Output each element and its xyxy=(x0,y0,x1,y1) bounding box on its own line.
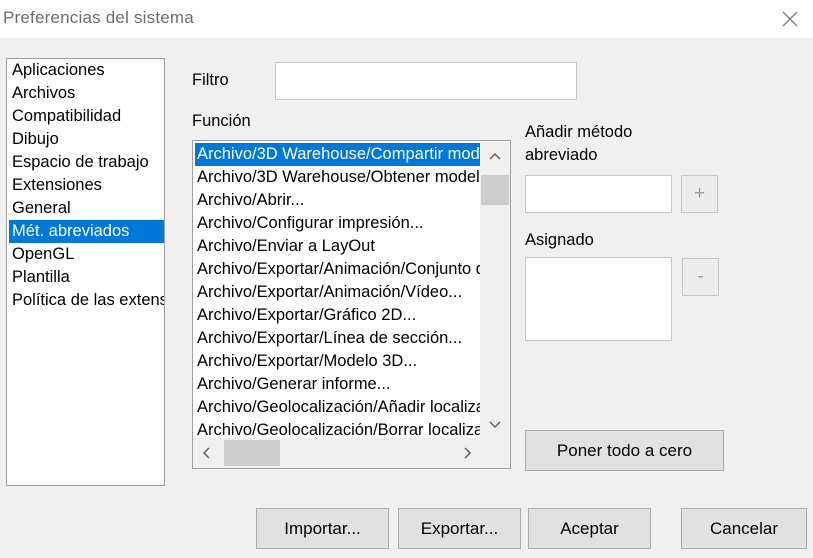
function-item[interactable]: Archivo/3D Warehouse/Obtener modelos... xyxy=(195,166,481,189)
category-item[interactable]: Espacio de trabajo xyxy=(11,151,164,174)
function-item[interactable]: Archivo/Exportar/Animación/Conjunto de i… xyxy=(195,258,481,281)
vertical-scrollbar[interactable] xyxy=(480,141,510,438)
scroll-up-button[interactable] xyxy=(480,145,510,167)
import-button[interactable]: Importar... xyxy=(256,508,389,549)
scroll-left-button[interactable] xyxy=(193,438,219,468)
category-list[interactable]: Aplicaciones Archivos Compatibilidad Dibujo… xyxy=(6,58,165,486)
add-shortcut-input[interactable] xyxy=(525,175,672,213)
add-shortcut-label: Añadir método abreviado xyxy=(525,123,633,164)
function-item[interactable]: Archivo/Configurar impresión... xyxy=(195,212,481,235)
chevron-right-icon xyxy=(464,447,472,459)
chevron-down-icon xyxy=(489,421,501,429)
category-item[interactable]: Compatibilidad xyxy=(11,105,164,128)
function-item[interactable]: Archivo/Abrir... xyxy=(195,189,481,212)
function-item[interactable]: Archivo/Geolocalización/Añadir localizac… xyxy=(195,396,481,419)
close-button[interactable] xyxy=(767,0,813,38)
title-bar: Preferencias del sistema xyxy=(0,0,813,38)
function-item[interactable]: Archivo/Exportar/Animación/Vídeo... xyxy=(195,281,481,304)
category-item[interactable]: General xyxy=(11,197,164,220)
category-item[interactable]: Política de las extensiones xyxy=(11,289,164,312)
category-item[interactable]: Mét. abreviados xyxy=(9,220,164,243)
category-item[interactable]: Plantilla xyxy=(11,266,164,289)
function-item[interactable]: Archivo/Geolocalización/Borrar localizac… xyxy=(195,419,481,438)
category-item[interactable]: OpenGL xyxy=(11,243,164,266)
function-item[interactable]: Archivo/Exportar/Modelo 3D... xyxy=(195,350,481,373)
chevron-left-icon xyxy=(202,447,210,459)
category-item[interactable]: Archivos xyxy=(11,82,164,105)
scrollbar-corner xyxy=(480,438,510,468)
scroll-down-button[interactable] xyxy=(480,414,510,436)
chevron-up-icon xyxy=(489,152,501,160)
category-item[interactable]: Dibujo xyxy=(11,128,164,151)
reset-all-button[interactable]: Poner todo a cero xyxy=(525,430,724,471)
close-icon xyxy=(782,11,798,27)
filter-input[interactable] xyxy=(275,62,577,100)
function-item[interactable]: Archivo/3D Warehouse/Compartir modelo... xyxy=(195,143,481,166)
category-item[interactable]: Aplicaciones xyxy=(11,59,164,82)
assigned-label: Asignado xyxy=(525,231,594,249)
function-list[interactable]: Archivo/3D Warehouse/Compartir modelo...… xyxy=(192,140,511,469)
add-shortcut-button[interactable]: + xyxy=(681,175,718,213)
function-item[interactable]: Archivo/Enviar a LayOut xyxy=(195,235,481,258)
horizontal-scroll-thumb[interactable] xyxy=(224,440,280,466)
vertical-scroll-thumb[interactable] xyxy=(481,175,509,205)
remove-shortcut-button[interactable]: - xyxy=(682,258,719,296)
function-rows: Archivo/3D Warehouse/Compartir modelo...… xyxy=(193,141,481,438)
accept-button[interactable]: Aceptar xyxy=(528,508,651,549)
function-item[interactable]: Archivo/Generar informe... xyxy=(195,373,481,396)
cancel-button[interactable]: Cancelar xyxy=(681,508,807,549)
category-item[interactable]: Extensiones xyxy=(11,174,164,197)
horizontal-scrollbar[interactable] xyxy=(193,438,481,468)
export-button[interactable]: Exportar... xyxy=(398,508,521,549)
filter-label: Filtro xyxy=(192,71,229,89)
function-label: Función xyxy=(192,112,251,130)
function-item[interactable]: Archivo/Exportar/Gráfico 2D... xyxy=(195,304,481,327)
window-title: Preferencias del sistema xyxy=(3,8,194,27)
assigned-list[interactable] xyxy=(525,257,672,341)
function-item[interactable]: Archivo/Exportar/Línea de sección... xyxy=(195,327,481,350)
scroll-right-button[interactable] xyxy=(455,438,481,468)
